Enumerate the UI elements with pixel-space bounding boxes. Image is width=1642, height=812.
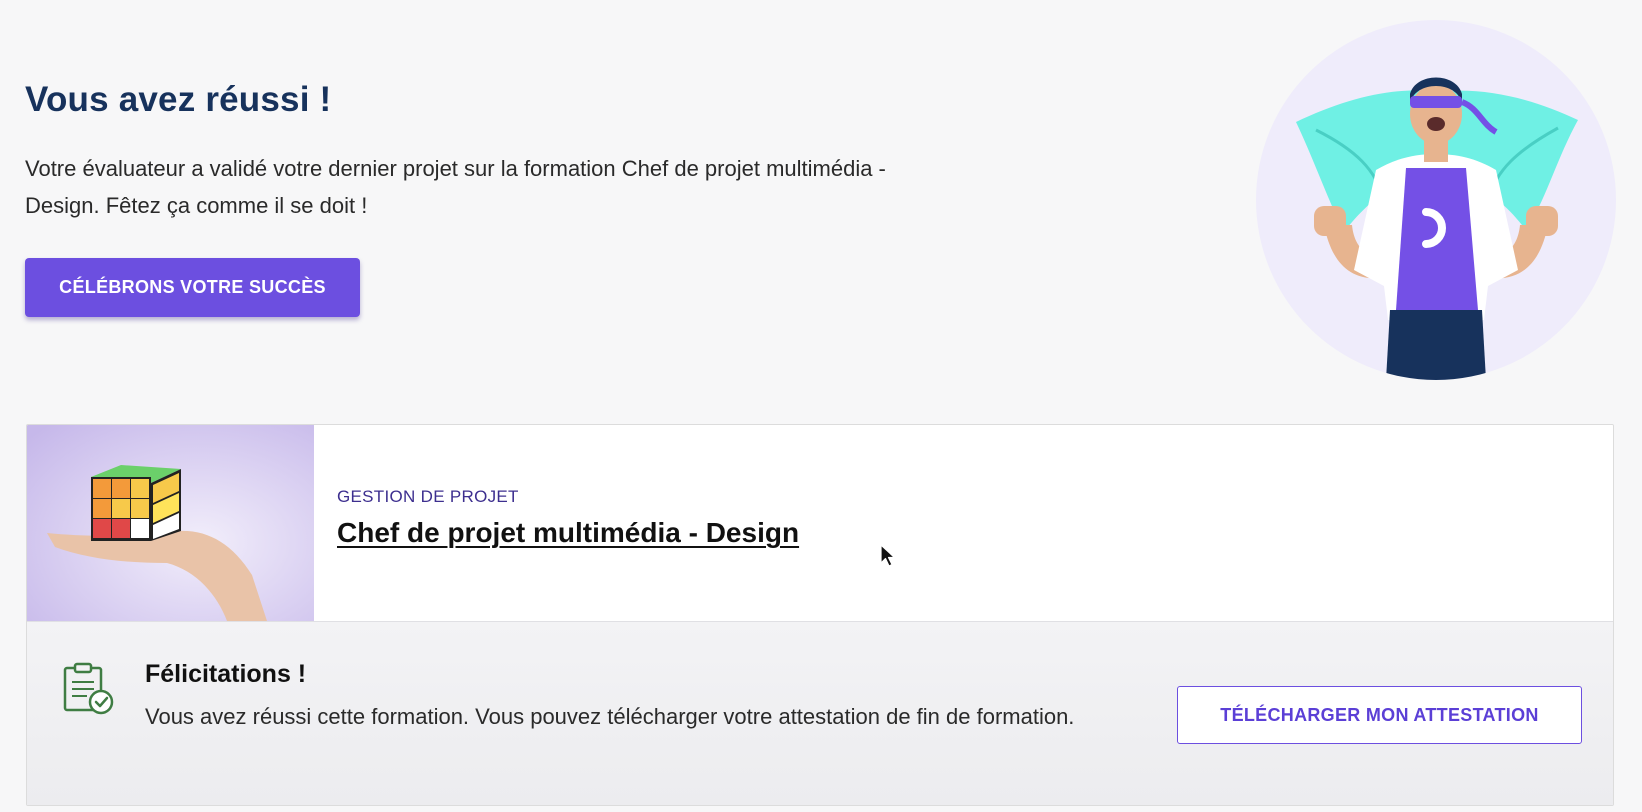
celebrate-success-button[interactable]: CÉLÉBRONS VOTRE SUCCÈS xyxy=(25,258,360,317)
success-message: Votre évaluateur a validé votre dernier … xyxy=(25,156,886,218)
certificate-clipboard-check-icon xyxy=(63,662,114,715)
course-thumbnail xyxy=(27,425,314,621)
completion-message: Vous avez réussi cette formation. Vous p… xyxy=(145,704,1075,729)
congratulations-title: Félicitations ! xyxy=(145,660,307,688)
superhero-illustration xyxy=(1256,20,1616,380)
mouse-pointer-icon xyxy=(880,544,896,567)
download-certificate-button[interactable]: TÉLÉCHARGER MON ATTESTATION xyxy=(1177,686,1582,744)
course-header: GESTION DE PROJET Chef de projet multimé… xyxy=(27,425,1613,621)
page-title: Vous avez réussi ! xyxy=(25,80,332,119)
course-title-link[interactable]: Chef de projet multimédia - Design xyxy=(337,517,799,549)
completion-panel: Félicitations ! Vous avez réussi cette f… xyxy=(27,621,1613,805)
course-category: GESTION DE PROJET xyxy=(337,487,519,506)
course-card: GESTION DE PROJET Chef de projet multimé… xyxy=(26,424,1614,806)
